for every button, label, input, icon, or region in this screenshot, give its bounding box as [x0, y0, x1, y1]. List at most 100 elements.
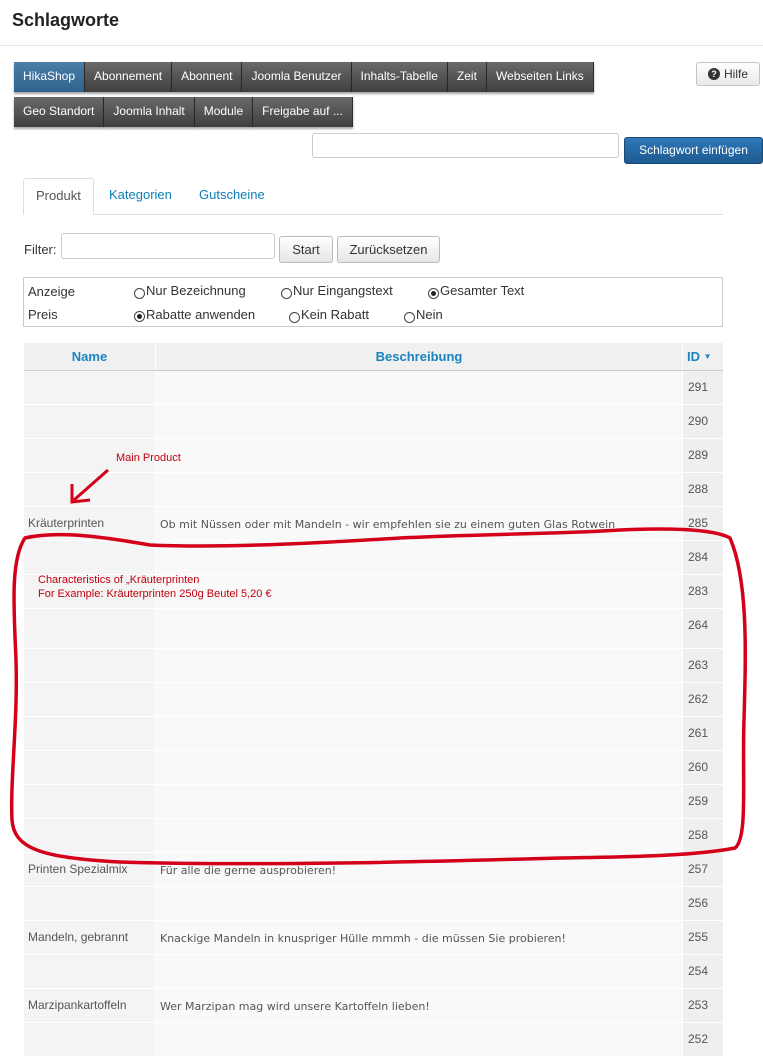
- table-row[interactable]: 290: [24, 405, 723, 439]
- column-id-header[interactable]: ID ▼: [683, 343, 723, 370]
- annotation-characteristics-line1: Characteristics of „Kräuterprinten: [38, 574, 200, 586]
- toolbar-button-geo-standort[interactable]: Geo Standort: [14, 97, 105, 127]
- cell-id: 256: [683, 887, 723, 920]
- cell-name: [24, 683, 155, 716]
- toolbar-button-module[interactable]: Module: [194, 97, 254, 127]
- cell-description: [156, 609, 682, 648]
- cell-name: [24, 751, 155, 784]
- cell-id-text: 289: [688, 448, 709, 462]
- radio-nein[interactable]: [404, 312, 415, 323]
- table-row[interactable]: Printen Spezialmix Für alle die gerne aus…: [24, 853, 723, 887]
- option-gesamter-text: Gesamter Text: [440, 283, 525, 298]
- cell-id: 288: [683, 473, 723, 506]
- table-row[interactable]: 252: [24, 1023, 723, 1057]
- option-nur-eingangstext: Nur Eingangstext: [293, 283, 393, 298]
- cell-id-text: 261: [688, 726, 709, 740]
- help-button[interactable]: ? Hilfe: [696, 62, 760, 86]
- display-options: Anzeige Nur Bezeichnung Nur Eingangstext…: [23, 277, 723, 327]
- cell-name: [24, 1023, 155, 1056]
- table-row[interactable]: 258: [24, 819, 723, 853]
- cell-name: [24, 785, 155, 818]
- table-row[interactable]: Mandeln, gebrannt Knackige Mandeln in knu…: [24, 921, 723, 955]
- cell-id-text: 256: [688, 896, 709, 910]
- cell-id: 261: [683, 717, 723, 750]
- table-row[interactable]: 263: [24, 649, 723, 683]
- cell-name: [24, 473, 155, 506]
- table-row[interactable]: 284: [24, 541, 723, 575]
- radio-nur-eingangstext[interactable]: [281, 288, 292, 299]
- tab-gutscheine[interactable]: Gutscheine: [187, 178, 277, 214]
- cell-id: 290: [683, 405, 723, 438]
- table-row[interactable]: 264: [24, 609, 723, 649]
- option-nein: Nein: [416, 307, 443, 322]
- cell-description: Für alle die gerne ausprobieren!: [156, 853, 682, 886]
- table-row[interactable]: 256: [24, 887, 723, 921]
- radio-rabatte-anwenden[interactable]: [134, 311, 145, 322]
- cell-id-text: 263: [688, 658, 709, 672]
- cell-name: [24, 609, 155, 648]
- column-description-header[interactable]: Beschreibung: [156, 343, 682, 370]
- cell-id-text: 260: [688, 760, 709, 774]
- cell-description: [156, 649, 682, 682]
- table-row[interactable]: Marzipankartoffeln Wer Marzipan mag wird …: [24, 989, 723, 1023]
- column-name-header[interactable]: Name: [24, 343, 155, 370]
- preis-label: Preis: [28, 307, 58, 322]
- cell-name-text[interactable]: Printen Spezialmix: [28, 862, 127, 876]
- cell-description-text: Wer Marzipan mag wird unsere Kartoffeln …: [160, 1000, 430, 1013]
- reset-button[interactable]: Zurücksetzen: [337, 236, 440, 263]
- toolbar-button-hikashop[interactable]: HikaShop: [14, 62, 86, 92]
- cell-description: [156, 473, 682, 506]
- cell-description-text: Für alle die gerne ausprobieren!: [160, 864, 337, 877]
- toolbar-row-2: Geo Standort Joomla Inhalt Module Freiga…: [14, 97, 353, 127]
- cell-id: 262: [683, 683, 723, 716]
- filter-label: Filter:: [24, 242, 57, 257]
- start-button[interactable]: Start: [279, 236, 333, 263]
- cell-description: [156, 887, 682, 920]
- table-row[interactable]: 288: [24, 473, 723, 507]
- toolbar-button-joomla-benutzer[interactable]: Joomla Benutzer: [242, 62, 352, 92]
- cell-description: [156, 405, 682, 438]
- radio-gesamter-text[interactable]: [428, 288, 439, 299]
- cell-name: Kräuterprinten: [24, 507, 155, 540]
- table-row[interactable]: Kräuterprinten Ob mit Nüssen oder mit Man…: [24, 507, 723, 541]
- cell-name-text[interactable]: Mandeln, gebrannt: [28, 930, 128, 944]
- table-row[interactable]: 261: [24, 717, 723, 751]
- cell-id: 285: [683, 507, 723, 540]
- radio-nur-bezeichnung[interactable]: [134, 288, 145, 299]
- cell-description: [156, 439, 682, 472]
- tab-kategorien[interactable]: Kategorien: [97, 178, 184, 214]
- toolbar-button-joomla-inhalt[interactable]: Joomla Inhalt: [104, 97, 195, 127]
- toolbar-button-webseiten-links[interactable]: Webseiten Links: [486, 62, 594, 92]
- toolbar-button-abonnent[interactable]: Abonnent: [172, 62, 243, 92]
- cell-id: 259: [683, 785, 723, 818]
- cell-description: [156, 1023, 682, 1056]
- table-row[interactable]: 259: [24, 785, 723, 819]
- tab-produkt[interactable]: Produkt: [23, 178, 94, 215]
- toolbar-button-inhalts-tabelle[interactable]: Inhalts-Tabelle: [351, 62, 448, 92]
- tab-bar: Produkt Kategorien Gutscheine: [23, 178, 723, 215]
- toolbar-button-freigabe[interactable]: Freigabe auf ...: [253, 97, 353, 127]
- table-row[interactable]: 262: [24, 683, 723, 717]
- cell-description-text: Knackige Mandeln in knuspriger Hülle mmm…: [160, 932, 566, 945]
- toolbar-button-abonnement[interactable]: Abonnement: [85, 62, 173, 92]
- table-row[interactable]: 254: [24, 955, 723, 989]
- table-row[interactable]: 260: [24, 751, 723, 785]
- cell-description: Knackige Mandeln in knuspriger Hülle mmm…: [156, 921, 682, 954]
- cell-name: [24, 405, 155, 438]
- cell-id: 257: [683, 853, 723, 886]
- tag-input[interactable]: [312, 133, 619, 158]
- toolbar-button-zeit[interactable]: Zeit: [447, 62, 487, 92]
- cell-description: [156, 371, 682, 404]
- cell-name: Marzipankartoffeln: [24, 989, 155, 1022]
- cell-name-text[interactable]: Kräuterprinten: [28, 516, 104, 530]
- radio-kein-rabatt[interactable]: [289, 312, 300, 323]
- table-row[interactable]: 291: [24, 371, 723, 405]
- cell-name-text[interactable]: Marzipankartoffeln: [28, 998, 127, 1012]
- cell-id: 260: [683, 751, 723, 784]
- insert-tag-button[interactable]: Schlagwort einfügen: [624, 137, 763, 164]
- filter-input[interactable]: [61, 233, 275, 259]
- cell-name: [24, 717, 155, 750]
- cell-id-text: 283: [688, 584, 709, 598]
- tags-table: Name Beschreibung ID ▼ 291 290 289 288 Kräut…: [24, 343, 723, 1057]
- cell-id: 254: [683, 955, 723, 988]
